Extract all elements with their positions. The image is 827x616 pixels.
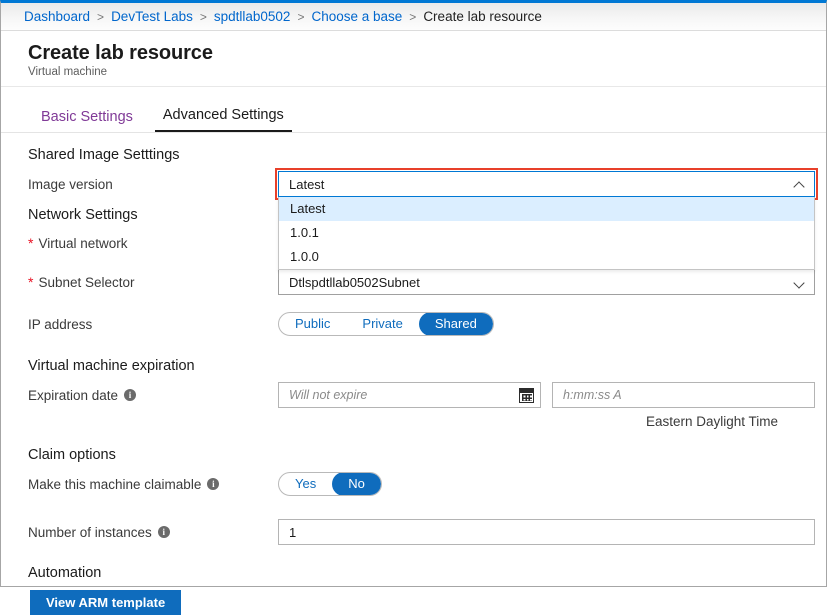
section-heading-claim-options: Claim options — [28, 447, 116, 463]
expiration-controls: Will not expire h:mm:ss A — [278, 382, 826, 408]
label-number-of-instances-text: Number of instances — [28, 524, 152, 540]
claimable-control: Yes No — [278, 472, 826, 496]
automation-actions: View ARM template — [1, 588, 826, 616]
field-row-number-of-instances: Number of instances i 1 — [1, 518, 826, 546]
breadcrumb-item-create-lab-resource: Create lab resource — [423, 9, 542, 24]
breadcrumb-item-devtest-labs[interactable]: DevTest Labs — [111, 9, 193, 24]
label-expiration-date-text: Expiration date — [28, 387, 119, 403]
claimable-option-no[interactable]: No — [332, 473, 381, 495]
info-icon[interactable]: i — [124, 389, 137, 401]
chevron-down-icon[interactable] — [794, 276, 806, 288]
breadcrumb-separator-icon: > — [297, 9, 305, 24]
field-row-expiration-date: Expiration date i Will not expire h:mm:s… — [1, 381, 826, 409]
image-version-control: Latest Latest 1.0.1 1.0.0 — [275, 168, 826, 270]
label-subnet-selector: * Subnet Selector — [28, 275, 278, 290]
info-icon[interactable]: i — [157, 526, 170, 538]
dropdown-option-1-0-0[interactable]: 1.0.0 — [279, 245, 814, 269]
ip-option-shared[interactable]: Shared — [418, 313, 493, 335]
label-make-claimable: Make this machine claimable i — [28, 477, 278, 492]
dropdown-option-latest[interactable]: Latest — [279, 197, 814, 221]
image-version-dropdown-list[interactable]: Latest 1.0.1 1.0.0 — [278, 197, 815, 270]
label-subnet-selector-text: Subnet Selector — [38, 274, 135, 290]
label-number-of-instances: Number of instances i — [28, 525, 278, 540]
page-subtitle: Virtual machine — [28, 66, 108, 78]
required-indicator-icon: * — [28, 274, 34, 290]
breadcrumb-item-dashboard[interactable]: Dashboard — [24, 9, 90, 24]
number-of-instances-value: 1 — [289, 524, 297, 540]
expiration-date-placeholder: Will not expire — [289, 388, 368, 402]
page-header: Create lab resource Virtual machine — [1, 31, 826, 87]
subnet-selector-combobox[interactable]: Dtlspdtllab0502Subnet — [278, 269, 815, 295]
advanced-settings-form: Shared Image Setttings Image version Lat… — [1, 133, 826, 616]
breadcrumb: Dashboard > DevTest Labs > spdtllab0502 … — [1, 3, 826, 31]
chevron-up-icon[interactable] — [794, 178, 806, 190]
breadcrumb-item-choose-a-base[interactable]: Choose a base — [311, 9, 402, 24]
ip-option-public[interactable]: Public — [279, 313, 346, 335]
breadcrumb-separator-icon: > — [199, 9, 207, 24]
dropdown-option-1-0-1[interactable]: 1.0.1 — [279, 221, 814, 245]
ip-address-control: Public Private Shared — [278, 312, 826, 336]
view-arm-template-button[interactable]: View ARM template — [30, 589, 182, 615]
label-expiration-date: Expiration date i — [28, 388, 278, 403]
subnet-selector-control: Dtlspdtllab0502Subnet — [278, 269, 826, 295]
timezone-note: Eastern Daylight Time — [645, 414, 778, 429]
breadcrumb-separator-icon: > — [409, 9, 417, 24]
number-of-instances-control: 1 — [278, 519, 826, 545]
label-virtual-network: * Virtual network — [28, 236, 278, 251]
expiration-time-input[interactable]: h:mm:ss A — [552, 382, 815, 408]
breadcrumb-separator-icon: > — [97, 9, 105, 24]
label-make-claimable-text: Make this machine claimable — [28, 476, 202, 492]
settings-tabs: Basic Settings Advanced Settings — [1, 99, 826, 133]
tab-basic-settings[interactable]: Basic Settings — [33, 109, 141, 132]
image-version-combobox[interactable]: Latest — [278, 171, 815, 197]
calendar-icon[interactable] — [519, 387, 534, 403]
section-heading-shared-image: Shared Image Setttings — [28, 147, 180, 163]
page-title: Create lab resource — [28, 42, 213, 64]
field-row-claimable: Make this machine claimable i Yes No — [1, 470, 826, 498]
section-heading-expiration: Virtual machine expiration — [28, 358, 195, 374]
create-lab-resource-page: Dashboard > DevTest Labs > spdtllab0502 … — [0, 0, 827, 615]
ip-address-toggle-group[interactable]: Public Private Shared — [278, 312, 494, 336]
number-of-instances-input[interactable]: 1 — [278, 519, 815, 545]
section-heading-automation: Automation — [28, 565, 102, 581]
label-ip-address: IP address — [28, 316, 93, 332]
info-icon[interactable]: i — [207, 478, 220, 490]
field-row-ip-address: IP address Public Private Shared — [1, 310, 826, 338]
expiration-date-input[interactable]: Will not expire — [278, 382, 541, 408]
label-virtual-network-text: Virtual network — [38, 235, 128, 251]
claimable-option-yes[interactable]: Yes — [279, 473, 332, 495]
field-row-image-version: Image version Latest Latest 1.0.1 1.0.0 — [1, 168, 826, 270]
breadcrumb-item-spdtllab0502[interactable]: spdtllab0502 — [214, 9, 291, 24]
field-row-subnet-selector: * Subnet Selector Dtlspdtllab0502Subnet — [1, 268, 826, 296]
subnet-selector-value: Dtlspdtllab0502Subnet — [289, 274, 420, 290]
required-indicator-icon: * — [28, 235, 34, 251]
image-version-value: Latest — [289, 176, 325, 192]
ip-option-private[interactable]: Private — [346, 313, 418, 335]
claimable-toggle-group[interactable]: Yes No — [278, 472, 382, 496]
label-image-version: Image version — [28, 176, 113, 192]
tab-advanced-settings[interactable]: Advanced Settings — [154, 107, 292, 132]
expiration-time-placeholder: h:mm:ss A — [563, 388, 622, 402]
